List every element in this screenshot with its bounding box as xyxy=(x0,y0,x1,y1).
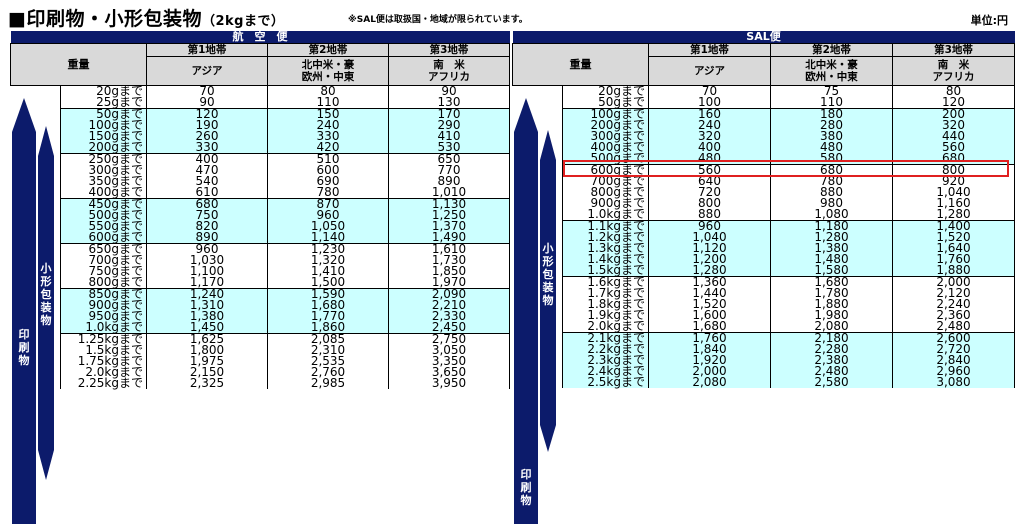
air-printed-arrow: 印刷物 xyxy=(12,98,36,524)
air-printed-label: 印刷物 xyxy=(19,328,30,367)
sal-printed-label: 印刷物 xyxy=(521,468,532,507)
sal-small-packet-label: 小形包装物 xyxy=(542,241,554,307)
highlighted-row-300g xyxy=(563,160,1009,177)
category-arrows: 印刷物 小形包装物 印刷物 小形包装物 xyxy=(12,98,556,524)
sal-printed-arrow: 印刷物 xyxy=(514,98,538,524)
air-small-packet-label: 小形包装物 xyxy=(40,261,52,327)
sal-small-packet-arrow: 小形包装物 xyxy=(540,130,556,452)
air-small-packet-arrow: 小形包装物 xyxy=(38,126,54,480)
